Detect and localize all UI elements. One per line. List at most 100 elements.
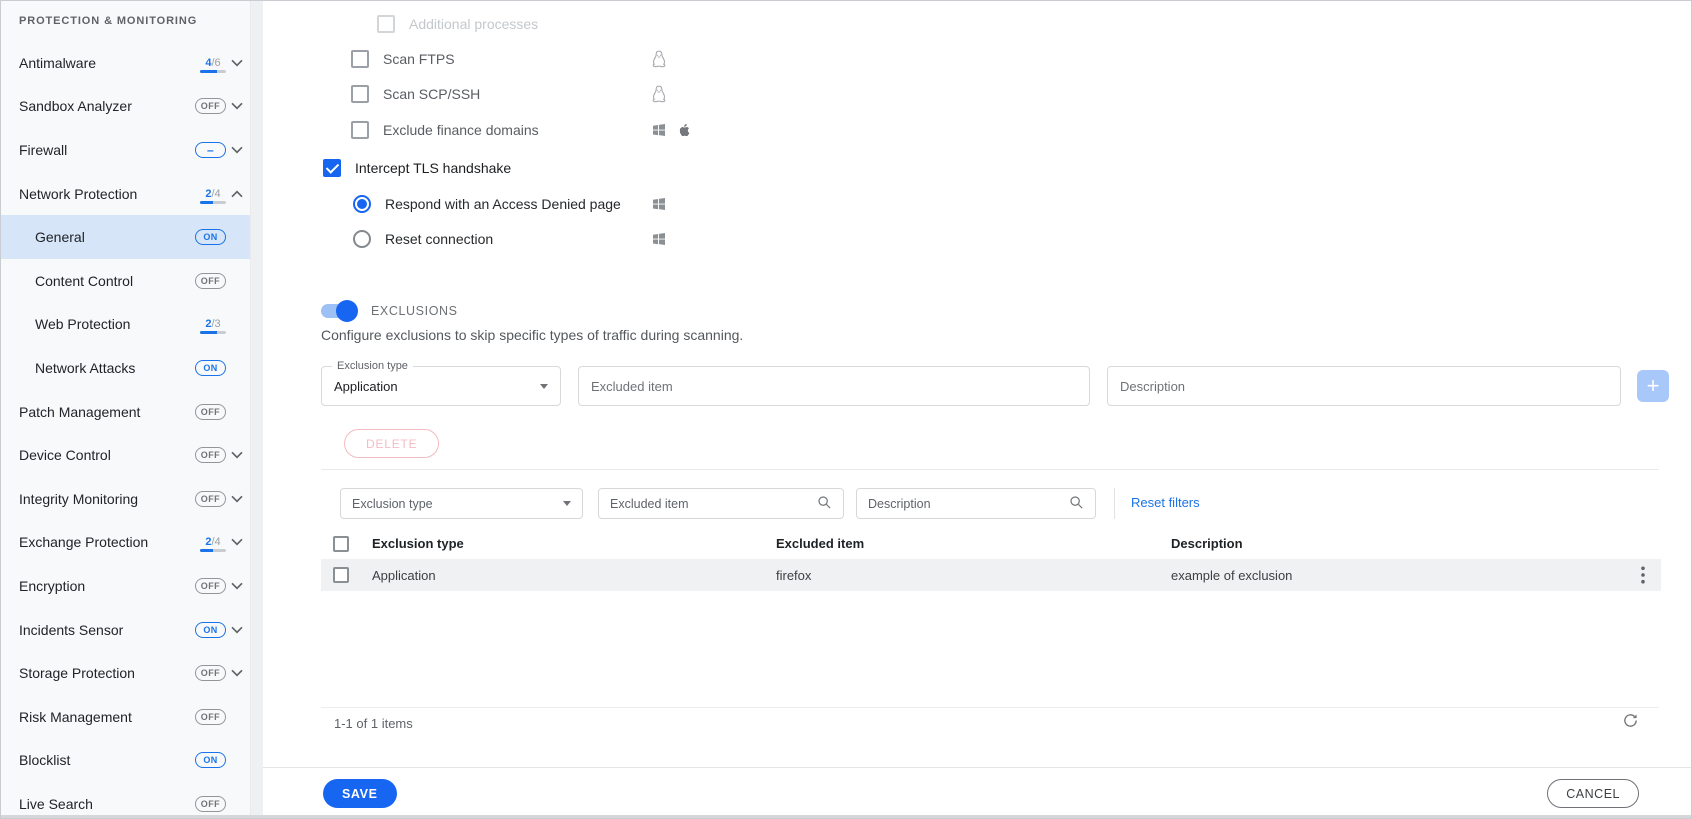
radio-button[interactable] xyxy=(353,195,371,213)
cancel-button[interactable]: CANCEL xyxy=(1547,779,1639,808)
chevron-down-icon[interactable] xyxy=(231,451,243,459)
excluded-item-input[interactable] xyxy=(591,379,1077,394)
setting-row-exclude-finance-domains: Exclude finance domains xyxy=(321,112,1041,147)
sidebar-item-exchange-protection[interactable]: Exchange Protection 2/4 xyxy=(1,521,250,565)
fraction-badge: 2/4 xyxy=(200,184,226,204)
sidebar-item-integrity-monitoring[interactable]: Integrity Monitoring OFF xyxy=(1,477,250,521)
chevron-down-icon[interactable] xyxy=(231,582,243,590)
checkbox[interactable] xyxy=(351,121,369,139)
filter-excluded-item-wrap xyxy=(598,488,844,519)
status-pill: OFF xyxy=(195,796,226,812)
filter-excluded-item-input[interactable] xyxy=(610,497,817,511)
setting-row-scan-scp-ssh: Scan SCP/SSH xyxy=(321,77,1041,112)
sidebar-item-label: Encryption xyxy=(19,578,85,594)
sidebar-item-label: Antimalware xyxy=(19,55,96,71)
row-menu-icon[interactable] xyxy=(1641,566,1645,584)
os-icons xyxy=(651,121,692,139)
status-pill: OFF xyxy=(195,709,226,725)
sidebar-gap xyxy=(251,1,263,818)
sidebar-item-sandbox-analyzer[interactable]: Sandbox Analyzer OFF xyxy=(1,85,250,129)
description-input[interactable] xyxy=(1120,379,1608,394)
network-protection-general-panel: Additional processes Scan FTPS Scan SCP/… xyxy=(263,1,1691,818)
row-checkbox[interactable] xyxy=(333,567,349,583)
chevron-up-icon[interactable] xyxy=(231,190,243,198)
checkbox-label: Scan FTPS xyxy=(383,51,455,67)
reset-filters-link[interactable]: Reset filters xyxy=(1131,495,1200,510)
refresh-icon[interactable] xyxy=(1622,712,1639,729)
sidebar-item-general[interactable]: General ON xyxy=(1,215,250,259)
checkbox[interactable] xyxy=(351,50,369,68)
filter-description-input[interactable] xyxy=(868,497,1069,511)
column-header-exclusion-type: Exclusion type xyxy=(372,536,464,551)
filter-exclusion-type-select[interactable]: Exclusion type xyxy=(340,488,583,519)
radio-row-reset-connection: Reset connection xyxy=(321,221,1041,256)
excluded-item-field-wrap xyxy=(578,366,1090,406)
sidebar-item-label: Network Protection xyxy=(19,186,137,202)
status-pill: OFF xyxy=(195,447,226,463)
sidebar-item-patch-management[interactable]: Patch Management OFF xyxy=(1,390,250,434)
sidebar-item-label: Risk Management xyxy=(19,709,132,725)
sidebar-item-label: Web Protection xyxy=(35,316,130,332)
divider xyxy=(321,707,1659,708)
save-button[interactable]: SAVE xyxy=(323,779,397,808)
checkbox[interactable] xyxy=(351,85,369,103)
chevron-down-icon[interactable] xyxy=(231,146,243,154)
checkbox[interactable] xyxy=(377,15,395,33)
checkbox[interactable] xyxy=(323,159,341,177)
exclusions-table: Exclusion type Excluded item Description… xyxy=(321,528,1661,591)
sidebar-item-storage-protection[interactable]: Storage Protection OFF xyxy=(1,651,250,695)
sidebar-item-incidents-sensor[interactable]: Incidents Sensor ON xyxy=(1,608,250,652)
chevron-down-icon[interactable] xyxy=(231,495,243,503)
sidebar-item-encryption[interactable]: Encryption OFF xyxy=(1,564,250,608)
status-pill: ON xyxy=(195,622,226,638)
exclusions-title: EXCLUSIONS xyxy=(371,304,458,318)
radio-button[interactable] xyxy=(353,230,371,248)
sidebar-item-label: Exchange Protection xyxy=(19,534,148,550)
table-filters: Exclusion type Reset filters xyxy=(263,488,1691,519)
exclusions-description: Configure exclusions to skip specific ty… xyxy=(321,327,743,343)
sidebar-item-antimalware[interactable]: Antimalware 4/6 xyxy=(1,41,250,85)
sidebar-item-live-search[interactable]: Live Search OFF xyxy=(1,782,250,819)
cell-desc: example of exclusion xyxy=(1171,568,1292,583)
chevron-down-icon[interactable] xyxy=(231,669,243,677)
filter-type-placeholder: Exclusion type xyxy=(352,497,433,511)
chevron-down-icon[interactable] xyxy=(231,59,243,67)
add-exclusion-button[interactable]: + xyxy=(1637,370,1669,402)
sidebar-item-firewall[interactable]: Firewall – xyxy=(1,128,250,172)
exclusions-toggle[interactable] xyxy=(321,304,355,318)
chevron-down-icon[interactable] xyxy=(231,626,243,634)
status-pill: – xyxy=(195,142,226,158)
fraction-badge: 2/4 xyxy=(200,532,226,552)
sidebar-item-label: Incidents Sensor xyxy=(19,622,123,638)
chevron-down-icon[interactable] xyxy=(231,102,243,110)
sidebar-item-device-control[interactable]: Device Control OFF xyxy=(1,433,250,477)
policy-settings-page: PROTECTION & MONITORING Antimalware 4/6 … xyxy=(0,0,1692,819)
sidebar-item-risk-management[interactable]: Risk Management OFF xyxy=(1,695,250,739)
sidebar-item-label: Content Control xyxy=(35,273,133,289)
os-icons xyxy=(651,85,667,104)
sidebar-item-label: Device Control xyxy=(19,447,111,463)
delete-button[interactable]: DELETE xyxy=(344,429,439,458)
sidebar-item-network-protection[interactable]: Network Protection 2/4 xyxy=(1,172,250,216)
pagination-status: 1-1 of 1 items xyxy=(334,716,413,731)
checkbox-label: Intercept TLS handshake xyxy=(355,160,511,176)
table-row[interactable]: Application firefox example of exclusion xyxy=(321,559,1661,591)
sidebar-item-network-attacks[interactable]: Network Attacks ON xyxy=(1,346,250,390)
sidebar-item-label: Live Search xyxy=(19,796,93,812)
column-header-excluded-item: Excluded item xyxy=(776,536,864,551)
filter-description-wrap xyxy=(856,488,1096,519)
sidebar-item-web-protection[interactable]: Web Protection 2/3 xyxy=(1,303,250,347)
checkbox-label: Exclude finance domains xyxy=(383,122,539,138)
sidebar: PROTECTION & MONITORING Antimalware 4/6 … xyxy=(1,1,251,818)
select-all-checkbox[interactable] xyxy=(333,536,349,552)
chevron-down-icon[interactable] xyxy=(231,538,243,546)
linux-icon xyxy=(651,50,667,69)
setting-row-intercept-tls-handshake: Intercept TLS handshake xyxy=(321,151,1041,186)
exclusion-type-select[interactable]: Exclusion type Application xyxy=(321,366,561,406)
sidebar-item-label: Storage Protection xyxy=(19,665,135,681)
sidebar-item-blocklist[interactable]: Blocklist ON xyxy=(1,739,250,783)
sidebar-item-content-control[interactable]: Content Control OFF xyxy=(1,259,250,303)
os-icons xyxy=(651,196,667,212)
exclusion-type-value: Application xyxy=(334,379,398,394)
sidebar-item-label: Patch Management xyxy=(19,404,140,420)
